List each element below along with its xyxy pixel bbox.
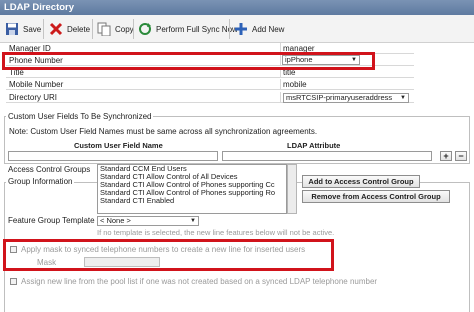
remove-custom-field-button[interactable]: − (455, 151, 467, 161)
delete-button[interactable]: Delete (48, 20, 90, 38)
directory-uri-label: Directory URI (9, 93, 58, 102)
full-sync-label: Perform Full Sync Now (156, 24, 238, 34)
feature-group-template-value: < None > (100, 216, 131, 225)
toolbar-divider (92, 19, 93, 39)
column-divider (280, 79, 281, 89)
listbox-scrollbar[interactable] (287, 164, 297, 214)
list-item[interactable]: Standard CTI Enabled (98, 197, 286, 205)
directory-uri-select[interactable]: msRTCSIP-primaryuseraddress ▼ (283, 93, 409, 103)
mobile-number-value: mobile (283, 80, 307, 89)
phone-number-highlight (2, 52, 375, 70)
toolbar-divider (43, 19, 44, 39)
access-control-groups-list[interactable]: Standard CCM End Users Standard CTI Allo… (97, 164, 287, 214)
group-information-heading: Group Information (6, 177, 75, 186)
chevron-down-icon: ▼ (190, 218, 196, 224)
feature-group-template-select[interactable]: < None > ▼ (97, 216, 199, 226)
column-divider (280, 92, 281, 102)
toolbar-divider (229, 19, 230, 39)
assign-new-line-checkbox[interactable] (10, 278, 17, 285)
custom-fields-note: Note: Custom User Field Names must be sa… (9, 127, 318, 136)
custom-field-name-header: Custom User Field Name (74, 141, 163, 150)
directory-uri-select-value: msRTCSIP-primaryuseraddress (286, 93, 393, 102)
toolbar: Save Delete Copy Perform Full Sync Now A… (0, 15, 474, 43)
delete-label: Delete (67, 24, 91, 34)
access-control-groups-label: Access Control Groups (8, 165, 91, 174)
add-new-label: Add New (252, 24, 285, 34)
template-warning-text: If no template is selected, the new line… (97, 228, 335, 237)
plus-icon (233, 21, 249, 37)
remove-from-access-control-group-button[interactable]: Remove from Access Control Group (302, 190, 450, 203)
add-new-button[interactable]: Add New (233, 20, 284, 38)
save-icon (4, 21, 20, 37)
add-to-access-control-group-button[interactable]: Add to Access Control Group (302, 175, 420, 188)
window-title: LDAP Directory (0, 0, 474, 15)
save-button[interactable]: Save (4, 20, 41, 38)
sync-icon (137, 21, 153, 37)
chevron-down-icon: ▼ (400, 95, 406, 101)
delete-icon (48, 21, 64, 37)
toolbar-divider (133, 19, 134, 39)
ldap-attribute-header: LDAP Attribute (287, 141, 341, 150)
assign-new-line-label: Assign new line from the pool list if on… (21, 277, 378, 286)
attribute-row-mobile-number: Mobile Number mobile (6, 79, 414, 90)
copy-button[interactable]: Copy (96, 20, 134, 38)
mobile-number-label: Mobile Number (9, 80, 64, 89)
copy-icon (96, 21, 112, 37)
add-custom-field-button[interactable]: + (440, 151, 452, 161)
custom-field-name-input[interactable] (8, 151, 218, 161)
feature-group-template-label: Feature Group Template (8, 216, 95, 225)
full-sync-button[interactable]: Perform Full Sync Now (137, 20, 238, 38)
apply-mask-highlight (3, 239, 334, 271)
save-label: Save (23, 24, 42, 34)
custom-fields-heading: Custom User Fields To Be Synchronized (6, 112, 154, 121)
copy-label: Copy (115, 24, 134, 34)
ldap-attribute-input[interactable] (222, 151, 432, 161)
